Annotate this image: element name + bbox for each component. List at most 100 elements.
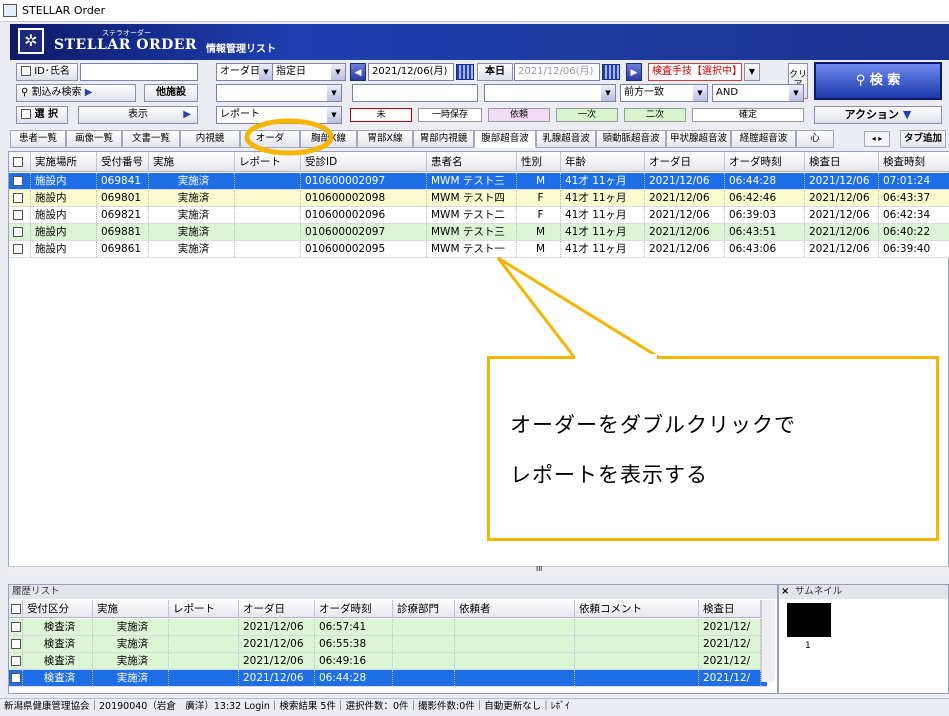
tab-7[interactable]: 胃部内視鏡 xyxy=(413,130,474,148)
prev-date-button[interactable]: ◀ xyxy=(350,63,366,81)
row-checkbox[interactable] xyxy=(9,619,23,635)
history-col-header[interactable]: 依頼コメント xyxy=(575,600,699,618)
id-name-input[interactable] xyxy=(80,63,198,81)
history-select-all[interactable] xyxy=(9,600,23,618)
tab-add-button[interactable]: タブ追加 xyxy=(900,130,946,148)
calendar-icon[interactable] xyxy=(602,64,620,80)
row-checkbox[interactable] xyxy=(9,224,31,240)
tab-6[interactable]: 胃部X線 xyxy=(357,130,413,148)
grid-header: 実施場所 受付番号 実施 レポート 受診ID 患者名 性別 年齢 オーダ日 オーダ時刻 検査日 検査時… xyxy=(9,152,949,172)
select-checkbox[interactable]: 選 択 xyxy=(16,106,68,124)
status-filter-4[interactable]: 二次 xyxy=(624,108,686,122)
history-col-header[interactable]: オーダ時刻 xyxy=(315,600,393,618)
cell-recept: 069801 xyxy=(97,190,149,206)
close-icon[interactable]: × xyxy=(781,586,789,597)
next-date-button[interactable]: ▶ xyxy=(626,63,642,81)
grid-col-header[interactable]: 受付番号 xyxy=(97,152,149,172)
grid-hscrollbar[interactable]: III xyxy=(8,565,949,576)
date-type-select[interactable]: オーダ日 ▼ xyxy=(216,63,274,81)
tab-2[interactable]: 文書一覧 xyxy=(122,130,180,148)
status-filter-2[interactable]: 依頼 xyxy=(488,108,550,122)
grid-select-all[interactable] xyxy=(9,152,31,172)
action-button[interactable]: アクション ▼ xyxy=(814,106,942,124)
history-col-header[interactable]: 実施 xyxy=(93,600,169,618)
search-button[interactable]: ⚲ 検 索 xyxy=(814,62,942,100)
tab-4[interactable]: オーダ xyxy=(240,130,300,148)
cell-sex: M xyxy=(517,173,561,189)
status-filter-3[interactable]: 一次 xyxy=(556,108,618,122)
cell-otime: 06:49:16 xyxy=(315,653,393,669)
history-row[interactable]: 検査済 実施済 2021/12/06 06:57:41 2021/12/ xyxy=(9,619,767,636)
history-col-header[interactable]: 診療部門 xyxy=(393,600,455,618)
tab-9[interactable]: 乳腺超音波 xyxy=(536,130,596,148)
date-from-input[interactable]: 2021/12/06(月) xyxy=(368,63,454,81)
history-row[interactable]: 検査済 実施済 2021/12/06 06:49:16 2021/12/ xyxy=(9,653,767,670)
report-select[interactable]: レポート ▼ xyxy=(216,106,342,124)
table-row[interactable]: 施設内 069821 実施済 010600002096 MWM テスト二 F 41才 11ヶ… xyxy=(9,207,949,224)
tab-5[interactable]: 胸部X線 xyxy=(300,130,357,148)
today-button[interactable]: 本日 xyxy=(477,63,513,81)
tab-1[interactable]: 画像一覧 xyxy=(66,130,122,148)
tab-11[interactable]: 甲状腺超音波 xyxy=(666,130,731,148)
grid-col-header[interactable]: オーダ日 xyxy=(645,152,725,172)
table-row[interactable]: 施設内 069801 実施済 010600002098 MWM テスト四 F 41才 11ヶ… xyxy=(9,190,949,207)
narrow-search-button[interactable]: ⚲ 割込み検索 ▶ xyxy=(16,84,136,102)
filter-select-2[interactable]: ▼ xyxy=(484,84,616,102)
history-row[interactable]: 検査済 実施済 2021/12/06 06:55:38 2021/12/ xyxy=(9,636,767,653)
history-row[interactable]: 検査済 実施済 2021/12/06 06:44:28 2021/12/ xyxy=(9,670,767,687)
row-checkbox[interactable] xyxy=(9,670,23,686)
tab-10[interactable]: 頸動脈超音波 xyxy=(596,130,666,148)
grid-col-header[interactable]: 患者名 xyxy=(427,152,517,172)
id-name-checkbox[interactable]: ID･氏名 xyxy=(16,63,78,81)
history-col-header[interactable]: オーダ日 xyxy=(239,600,315,618)
display-button[interactable]: 表示 ▶ xyxy=(78,106,198,124)
grid-col-header[interactable]: 検査日 xyxy=(805,152,879,172)
filter-input-1[interactable] xyxy=(352,84,478,102)
filter-select-1[interactable]: ▼ xyxy=(216,84,342,102)
logic-select[interactable]: AND ▼ xyxy=(712,84,804,102)
history-col-header[interactable]: 受付区分 xyxy=(23,600,93,618)
history-col-header[interactable]: レポート xyxy=(169,600,239,618)
row-checkbox[interactable] xyxy=(9,190,31,206)
grid-col-header[interactable]: 実施 xyxy=(149,152,235,172)
table-row[interactable]: 施設内 069861 実施済 010600002095 MWM テスト一 M 41才 11ヶ… xyxy=(9,241,949,258)
grid-col-header[interactable]: レポート xyxy=(235,152,301,172)
row-checkbox[interactable] xyxy=(9,636,23,652)
thumbnail-image[interactable] xyxy=(787,603,831,637)
grid-col-header[interactable]: 性別 xyxy=(517,152,561,172)
status-filter-0[interactable]: 未 xyxy=(350,108,412,122)
inspection-tech-select[interactable]: 検査手技【選択中】 xyxy=(648,63,742,81)
table-row[interactable]: 施設内 069841 実施済 010600002097 MWM テスト三 M 41才 11ヶ… xyxy=(9,173,949,190)
tab-3[interactable]: 内視鏡 xyxy=(180,130,240,148)
chevron-down-icon[interactable]: ▼ xyxy=(744,63,760,81)
row-checkbox[interactable] xyxy=(9,173,31,189)
chevron-down-icon: ▼ xyxy=(327,85,341,101)
status-filter-5[interactable]: 確定 xyxy=(692,108,804,122)
date-to-input[interactable]: 2021/12/06(月) xyxy=(514,63,600,81)
grid-col-header[interactable]: 検査時刻 xyxy=(879,152,949,172)
date-mode-select[interactable]: 指定日 ▼ xyxy=(272,63,346,81)
table-row[interactable]: 施設内 069881 実施済 010600002097 MWM テスト三 M 41才 11ヶ… xyxy=(9,224,949,241)
tab-13[interactable]: 心 xyxy=(796,130,834,148)
chevron-down-icon: ▼ xyxy=(789,85,803,101)
match-select[interactable]: 前方一致 ▼ xyxy=(620,84,708,102)
history-col-header[interactable]: 依頼者 xyxy=(455,600,575,618)
history-vscrollbar[interactable] xyxy=(761,600,775,682)
history-col-header[interactable]: 検査日 xyxy=(699,600,761,618)
tab-scroll-arrows[interactable]: ◂ ▸ xyxy=(864,131,890,147)
tab-0[interactable]: 患者一覧 xyxy=(10,130,66,148)
status-filter-1[interactable]: 一時保存 xyxy=(418,108,482,122)
grid-col-header[interactable]: 年齢 xyxy=(561,152,645,172)
row-checkbox[interactable] xyxy=(9,653,23,669)
row-checkbox[interactable] xyxy=(9,207,31,223)
grid-col-header[interactable]: オーダ時刻 xyxy=(725,152,805,172)
cell-etime: 07:01:24 xyxy=(879,173,949,189)
grid-col-header[interactable]: 受診ID xyxy=(301,152,427,172)
date-type-value: オーダ日 xyxy=(220,66,260,77)
row-checkbox[interactable] xyxy=(9,241,31,257)
other-facility-button[interactable]: 他施設 xyxy=(144,84,198,102)
calendar-icon[interactable] xyxy=(456,64,474,80)
grid-col-header[interactable]: 実施場所 xyxy=(31,152,97,172)
tab-12[interactable]: 経腟超音波 xyxy=(731,130,796,148)
tab-8[interactable]: 腹部超音波 xyxy=(474,130,536,148)
